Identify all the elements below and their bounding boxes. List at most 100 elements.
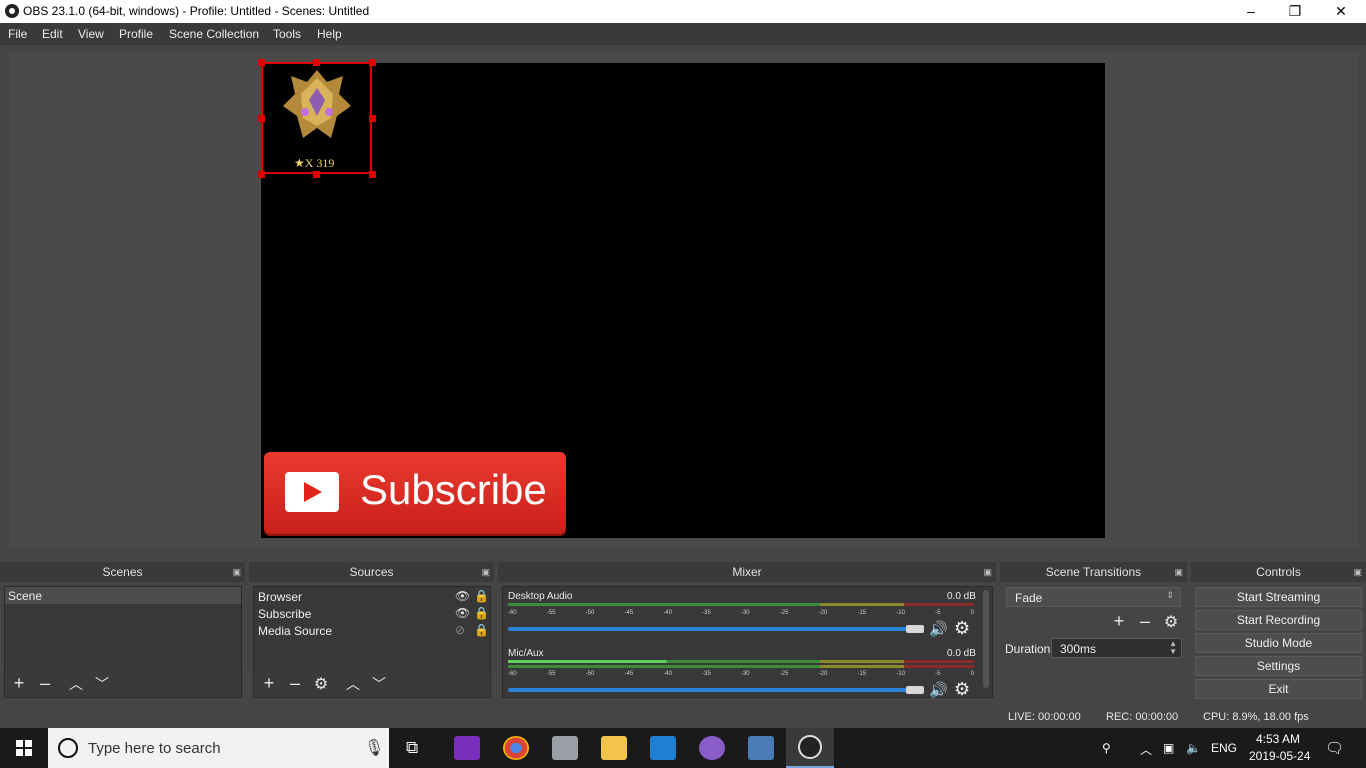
duration-input[interactable]: 300ms ▲ ▼ (1051, 638, 1182, 658)
move-down-icon[interactable]: ﹀ (92, 674, 112, 694)
app-window-icon[interactable] (748, 736, 774, 760)
close-button[interactable]: ✕ (1318, 0, 1364, 23)
volume-icon[interactable]: 🔈 (1186, 741, 1201, 755)
remove-scene-button[interactable]: – (35, 673, 55, 694)
network-icon[interactable]: ▣ (1163, 741, 1174, 755)
task-view-icon[interactable]: ⧉ (406, 738, 418, 758)
resize-handle[interactable] (369, 171, 376, 178)
eye-hidden-icon[interactable]: ⊘ (455, 623, 465, 637)
menu-tools[interactable]: Tools (273, 27, 301, 41)
resize-handle[interactable] (258, 59, 265, 66)
mic-aux-meter (508, 660, 974, 663)
transition-gear-icon[interactable]: ⚙ (1161, 612, 1181, 632)
add-source-button[interactable]: + (259, 673, 279, 694)
desktop-audio-label: Desktop Audio (508, 591, 573, 602)
source-item-media-source[interactable]: Media Source (258, 624, 332, 638)
desktop-audio-volume-slider[interactable] (508, 627, 924, 631)
gear-icon[interactable]: ⚙ (954, 618, 970, 639)
scene-list-item-selected[interactable]: Scene (5, 587, 241, 604)
rec-status: REC: 00:00:00 (1106, 711, 1179, 723)
menu-help[interactable]: Help (317, 27, 342, 41)
resize-handle[interactable] (313, 59, 320, 66)
menu-view[interactable]: View (78, 27, 104, 41)
speaker-icon[interactable]: 🔊 (929, 620, 948, 638)
move-up-icon[interactable]: ︿ (343, 674, 363, 694)
remove-source-button[interactable]: – (285, 673, 305, 694)
settings-button[interactable]: Settings (1195, 656, 1362, 676)
clock-time[interactable]: 4:53 AM (1256, 732, 1300, 746)
clock-date[interactable]: 2019-05-24 (1249, 749, 1310, 763)
add-scene-button[interactable]: + (9, 673, 29, 694)
start-recording-button[interactable]: Start Recording (1195, 610, 1362, 630)
resize-handle[interactable] (258, 171, 265, 178)
menu-bar: File Edit View Profile Scene Collection … (0, 23, 1366, 45)
menu-edit[interactable]: Edit (42, 27, 63, 41)
mic-aux-slider-knob[interactable] (906, 686, 924, 694)
app-m-icon[interactable] (454, 736, 480, 760)
resize-handle[interactable] (258, 115, 265, 122)
source-selection-box[interactable] (261, 62, 372, 174)
undock-icon[interactable]: ▣ (232, 562, 241, 582)
notification-icon[interactable]: 🗨 (1325, 739, 1344, 757)
windows-start-icon[interactable] (16, 740, 32, 756)
mixer-scrollbar[interactable] (983, 590, 989, 688)
resize-handle[interactable] (313, 171, 320, 178)
move-down-icon[interactable]: ﹀ (369, 674, 389, 694)
file-explorer-icon[interactable] (601, 736, 627, 760)
obs-taskbar-button[interactable] (786, 728, 834, 768)
speaker-icon[interactable]: 🔊 (929, 681, 948, 699)
chrome-icon[interactable] (503, 736, 529, 760)
source-properties-gear-icon[interactable]: ⚙ (311, 674, 331, 694)
language-indicator[interactable]: ENG (1211, 741, 1237, 755)
resize-handle[interactable] (369, 115, 376, 122)
mic-aux-volume-slider[interactable] (508, 688, 924, 692)
eye-icon[interactable]: 👁 (455, 606, 470, 620)
meter-scale-tick: -45 (624, 671, 634, 677)
github-desktop-icon[interactable] (699, 736, 725, 760)
meter-scale-tick: -15 (857, 610, 867, 616)
cortana-circle-icon (58, 738, 78, 758)
gear-icon[interactable]: ⚙ (954, 679, 970, 700)
menu-file[interactable]: File (8, 27, 27, 41)
meter-scale-tick: -10 (896, 610, 905, 616)
chevron-up-icon[interactable]: ︿ (1140, 741, 1152, 758)
scenes-dock-header: Scenes ▣ (0, 562, 245, 582)
resize-handle[interactable] (369, 59, 376, 66)
maximize-button[interactable]: ❐ (1272, 0, 1318, 23)
app-gray-icon[interactable] (552, 736, 578, 760)
menu-profile[interactable]: Profile (119, 27, 153, 41)
scenes-dock-title: Scenes (102, 565, 143, 579)
lock-icon[interactable]: 🔒 (474, 589, 489, 603)
transition-select[interactable]: Fade ⇕ (1006, 587, 1181, 607)
studio-mode-button[interactable]: Studio Mode (1195, 633, 1362, 653)
undock-icon[interactable]: ▣ (481, 562, 490, 582)
taskbar-search-box[interactable]: Type here to search 🎙 (48, 728, 389, 768)
live-status: LIVE: 00:00:00 (1008, 711, 1081, 723)
add-transition-button[interactable]: + (1109, 611, 1129, 632)
window-title: OBS 23.1.0 (64-bit, windows) - Profile: … (23, 4, 370, 18)
remove-transition-button[interactable]: – (1135, 611, 1155, 632)
lock-icon[interactable]: 🔒 (474, 606, 489, 620)
undock-icon[interactable]: ▣ (1174, 562, 1183, 582)
lock-icon[interactable]: 🔒 (474, 623, 489, 637)
undock-icon[interactable]: ▣ (983, 562, 992, 582)
minimize-button[interactable]: – (1228, 0, 1274, 23)
source-item-subscribe[interactable]: Subscribe (258, 607, 311, 621)
microphone-icon[interactable]: 🎙 (364, 738, 384, 758)
start-streaming-button[interactable]: Start Streaming (1195, 587, 1362, 607)
menu-scene-collection[interactable]: Scene Collection (169, 27, 259, 41)
meter-scale-tick: 0 (970, 610, 974, 616)
meter-scale-tick: -60 (508, 671, 517, 677)
desktop-audio-slider-knob[interactable] (906, 625, 924, 633)
sources-dock-header: Sources ▣ (249, 562, 494, 582)
undock-icon[interactable]: ▣ (1353, 562, 1362, 582)
eye-icon[interactable]: 👁 (455, 589, 470, 603)
move-up-icon[interactable]: ︿ (66, 674, 86, 694)
source-item-browser[interactable]: Browser (258, 590, 302, 604)
vscode-icon[interactable] (650, 736, 676, 760)
people-icon[interactable]: ⚲ (1102, 741, 1111, 755)
exit-button[interactable]: Exit (1195, 679, 1362, 699)
duration-value: 300ms (1060, 642, 1097, 656)
meter-scale-tick: -40 (663, 671, 672, 677)
spinner-arrows-icon[interactable]: ▲ ▼ (1169, 640, 1177, 656)
